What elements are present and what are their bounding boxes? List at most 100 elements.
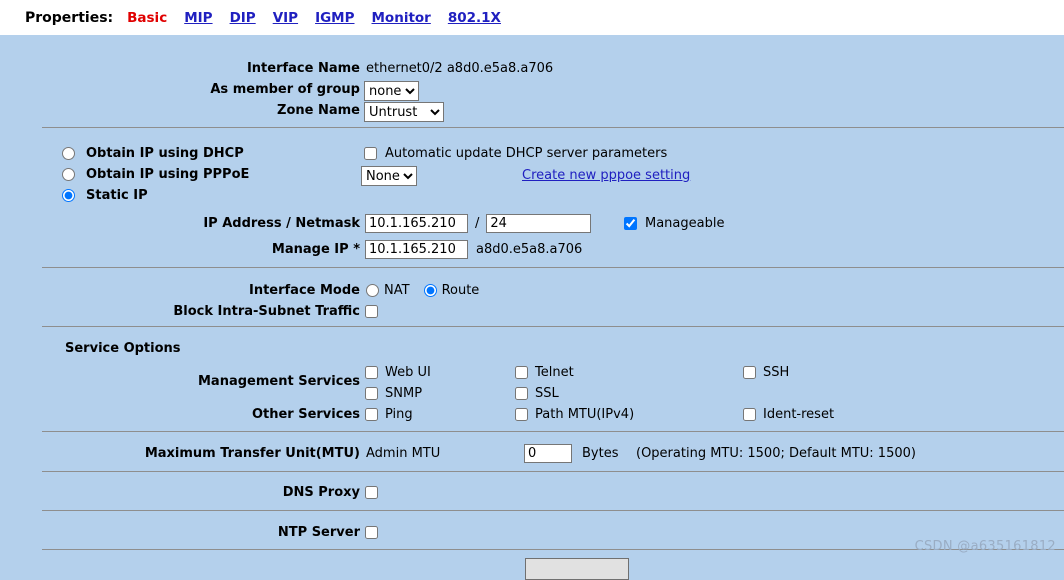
checkbox-auto-update-dhcp[interactable] (364, 147, 377, 160)
member-group-select-wrap: none (364, 81, 419, 101)
manage-ip-label: Manage IP * (271, 242, 360, 257)
radio-nat[interactable] (366, 284, 379, 297)
apply-button[interactable] (525, 558, 629, 580)
radio-static-ip[interactable] (62, 189, 75, 202)
path-mtu-label: Path MTU(IPv4) (535, 407, 635, 422)
divider-4 (42, 431, 1064, 432)
radio-option-nat[interactable]: NAT (366, 283, 410, 298)
admin-mtu-label-wrap: Admin MTU (366, 446, 440, 461)
tab-vip[interactable]: VIP (273, 10, 298, 26)
dns-proxy-label-row: DNS Proxy (0, 485, 360, 500)
static-ip-label: Static IP (86, 188, 148, 203)
checkbox-option-telnet[interactable]: Telnet (515, 365, 574, 380)
interface-mode-label-row: Interface Mode (0, 283, 360, 298)
obtain-ip-pppoe-label: Obtain IP using PPPoE (86, 167, 250, 182)
checkbox-path-mtu-ipv4[interactable] (515, 408, 528, 421)
checkbox-option-ident-reset[interactable]: Ident-reset (743, 407, 834, 422)
properties-tab-bar: Properties: Basic MIP DIP VIP IGMP Monit… (0, 0, 1064, 35)
manage-ip-input[interactable] (365, 240, 468, 259)
checkbox-option-snmp[interactable]: SNMP (365, 386, 422, 401)
static-ip-option-row[interactable]: Static IP (62, 188, 148, 203)
manageable-label: Manageable (645, 216, 725, 231)
tab-igmp[interactable]: IGMP (315, 10, 354, 26)
checkbox-block-intra-subnet[interactable] (365, 305, 378, 318)
ssl-label: SSL (535, 386, 559, 401)
checkbox-option-web-ui[interactable]: Web UI (365, 365, 431, 380)
dns-proxy-checkbox-wrap[interactable] (365, 486, 378, 499)
management-services-label: Management Services (198, 374, 360, 389)
tab-monitor[interactable]: Monitor (372, 10, 431, 26)
pppoe-option-row[interactable]: Obtain IP using PPPoE (62, 167, 249, 182)
properties-label: Properties: (25, 9, 114, 26)
divider-1 (42, 127, 1064, 128)
checkbox-ssh[interactable] (743, 366, 756, 379)
admin-mtu-input[interactable] (524, 444, 572, 463)
manage-ip-label-row: Manage IP * (0, 242, 360, 257)
telnet-label: Telnet (535, 365, 574, 380)
ping-label: Ping (385, 407, 413, 422)
management-services-label-row: Management Services (0, 374, 360, 389)
checkbox-option-path-mtu[interactable]: Path MTU(IPv4) (515, 407, 634, 422)
ident-reset-label: Ident-reset (763, 407, 835, 422)
auto-update-dhcp-label: Automatic update DHCP server parameters (385, 146, 668, 161)
checkbox-manageable[interactable] (624, 217, 637, 230)
member-group-label: As member of group (210, 82, 360, 97)
manageable-row[interactable]: Manageable (624, 216, 724, 231)
ntp-server-label-row: NTP Server (0, 525, 360, 540)
mtu-title-row: Maximum Transfer Unit(MTU) (0, 446, 360, 461)
checkbox-ident-reset[interactable] (743, 408, 756, 421)
create-new-pppoe-setting-link[interactable]: Create new pppoe setting (522, 168, 690, 183)
member-group-select[interactable]: none (364, 81, 419, 101)
mtu-note: (Operating MTU: 1500; Default MTU: 1500) (636, 446, 916, 461)
interface-name-value: ethernet0/2 a8d0.e5a8.a706 (366, 61, 554, 76)
checkbox-option-ssh[interactable]: SSH (743, 365, 789, 380)
zone-name-row: Zone Name (0, 103, 360, 118)
divider-6 (42, 510, 1064, 511)
checkbox-telnet[interactable] (515, 366, 528, 379)
snmp-label: SNMP (385, 386, 423, 401)
radio-route[interactable] (423, 284, 437, 297)
radio-obtain-ip-pppoe[interactable] (62, 168, 75, 181)
member-group-row: As member of group (0, 82, 360, 97)
zone-name-select[interactable]: Untrust (364, 102, 444, 122)
auto-update-dhcp-row[interactable]: Automatic update DHCP server parameters (364, 146, 667, 161)
ip-netmask-fields: / (365, 214, 592, 233)
checkbox-dns-proxy[interactable] (365, 486, 378, 499)
basic-properties-panel: Interface Name ethernet0/2 a8d0.e5a8.a70… (0, 35, 1064, 563)
pppoe-setting-select[interactable]: None (361, 166, 417, 186)
dns-proxy-label: DNS Proxy (282, 485, 360, 500)
ip-netmask-label: IP Address / Netmask (203, 216, 360, 231)
nat-label: NAT (384, 283, 410, 298)
divider-5 (42, 471, 1064, 472)
tab-8021x[interactable]: 802.1X (448, 10, 501, 26)
interface-name-label: Interface Name (246, 61, 360, 76)
checkbox-ping[interactable] (365, 408, 378, 421)
ntp-server-checkbox-wrap[interactable] (365, 526, 378, 539)
interface-name-row: Interface Name (0, 61, 360, 76)
divider-2 (42, 267, 1064, 268)
tab-mip[interactable]: MIP (184, 10, 212, 26)
netmask-input[interactable] (486, 214, 592, 233)
block-intra-subnet-label: Block Intra-Subnet Traffic (173, 304, 360, 319)
checkbox-ssl[interactable] (515, 387, 528, 400)
checkbox-web-ui[interactable] (365, 366, 378, 379)
tab-basic[interactable]: Basic (127, 10, 167, 26)
ip-address-input[interactable] (365, 214, 468, 233)
checkbox-snmp[interactable] (365, 387, 378, 400)
checkbox-ntp-server[interactable] (365, 526, 378, 539)
service-options-title: Service Options (65, 341, 181, 356)
checkbox-option-ping[interactable]: Ping (365, 407, 413, 422)
zone-name-select-wrap: Untrust (364, 102, 444, 122)
block-intra-checkbox-wrap[interactable] (365, 305, 378, 318)
mtu-note-wrap: (Operating MTU: 1500; Default MTU: 1500) (636, 446, 916, 461)
dhcp-option-row[interactable]: Obtain IP using DHCP (62, 146, 244, 161)
tab-dip[interactable]: DIP (230, 10, 256, 26)
radio-obtain-ip-dhcp[interactable] (62, 147, 75, 160)
netmask-slash: / (475, 216, 480, 231)
checkbox-option-ssl[interactable]: SSL (515, 386, 559, 401)
pppoe-select-wrap: None (361, 166, 417, 186)
watermark: CSDN @a635161812 (914, 539, 1056, 554)
create-pppoe-link-wrap: Create new pppoe setting (522, 168, 690, 183)
radio-option-route[interactable]: Route (423, 283, 479, 298)
mtu-value-wrap: Bytes (524, 444, 618, 463)
